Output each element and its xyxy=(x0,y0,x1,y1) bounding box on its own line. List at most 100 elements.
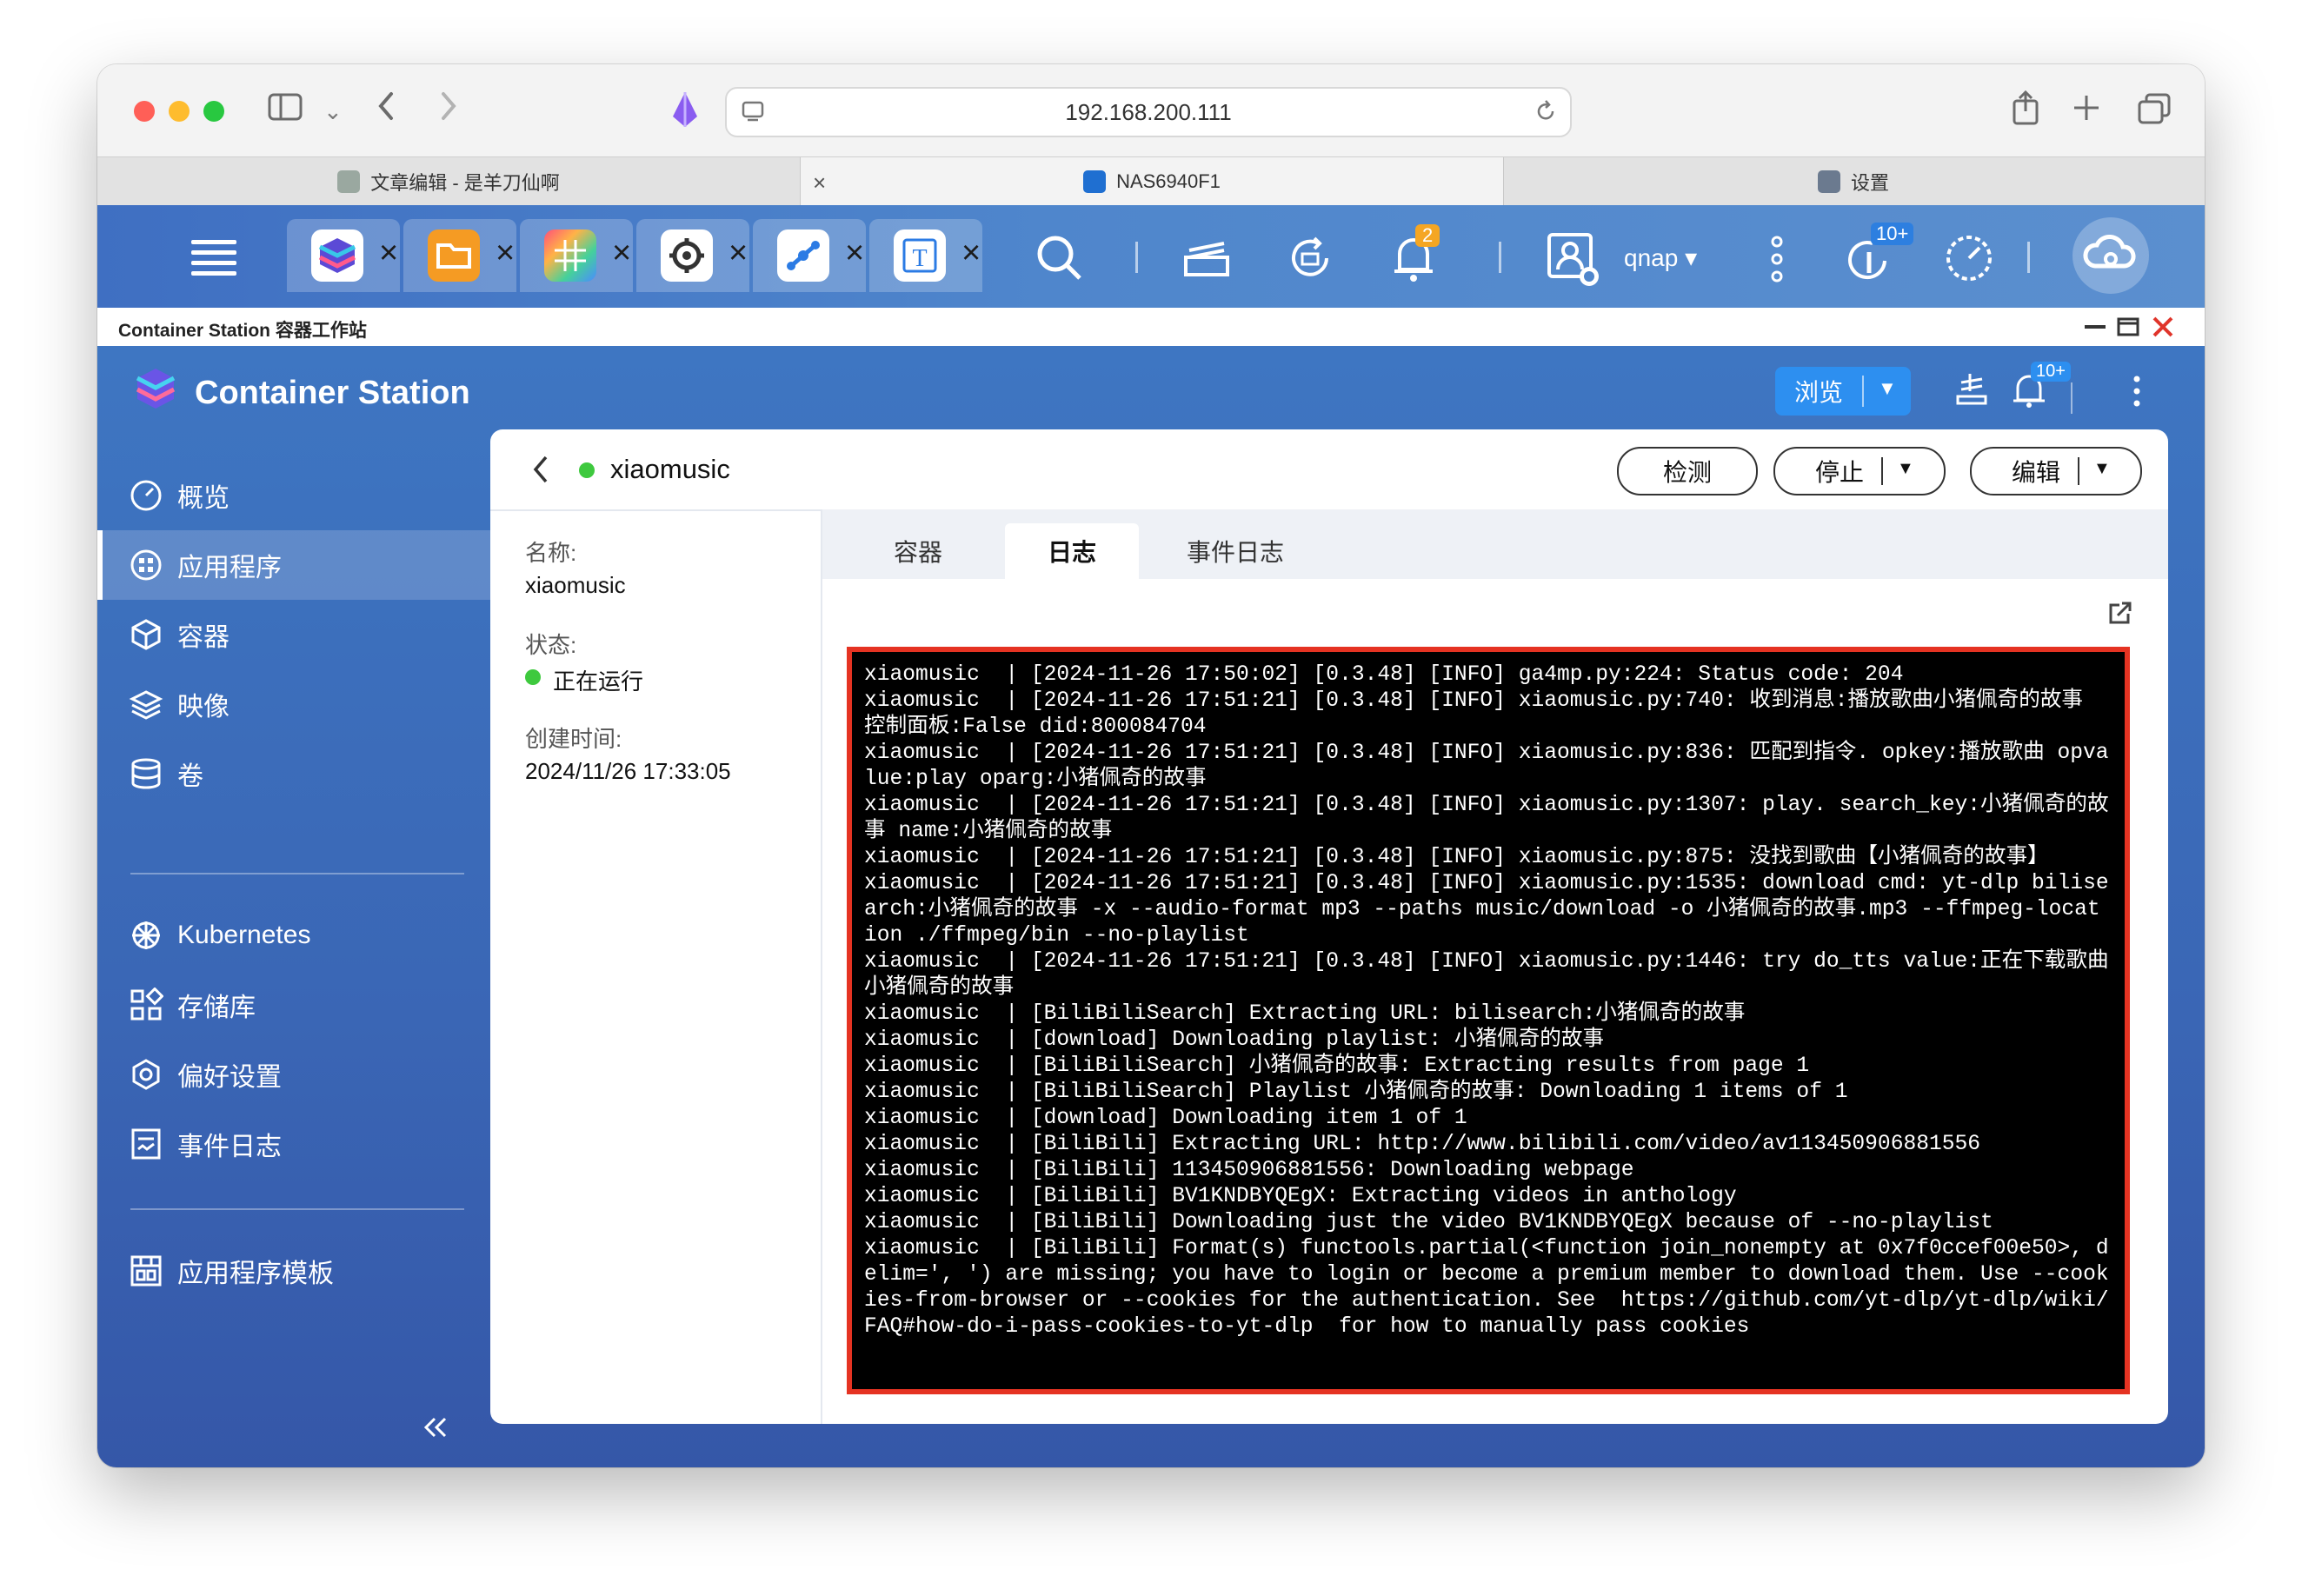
extension-icon[interactable] xyxy=(669,90,701,136)
browser-toolbar: ⌄ 192.168.200.111 xyxy=(97,64,2205,156)
collapse-sidebar-icon[interactable] xyxy=(421,1415,449,1444)
forward-icon[interactable] xyxy=(438,89,459,130)
more-vertical-icon[interactable] xyxy=(2132,372,2142,415)
sidebar-item-overview[interactable]: 概览 xyxy=(97,461,490,530)
close-app-icon[interactable]: × xyxy=(845,235,864,272)
edit-button[interactable]: 编辑 ▼ xyxy=(1970,447,2142,495)
tab-overview-icon[interactable] xyxy=(2137,92,2172,130)
minimize-window-button[interactable] xyxy=(169,101,190,122)
sidebar-item-app-templates[interactable]: 应用程序模板 xyxy=(97,1236,490,1306)
database-icon xyxy=(129,756,163,791)
created-label: 创建时间: xyxy=(525,726,622,752)
stop-label: 停止 xyxy=(1815,459,1865,486)
taskbar-app-control-panel[interactable]: × xyxy=(636,219,749,292)
browser-window: ⌄ 192.168.200.111 文章编辑 - 是羊刀仙啊 × NAS6940… xyxy=(97,64,2205,1467)
sidebar-item-label: 概览 xyxy=(177,484,230,513)
application-detail-panel: xiaomusic 检测 停止 ▼ 编辑 ▼ 名称: xiaomusic 状态:… xyxy=(490,429,2168,1424)
sidebar-item-containers[interactable]: 容器 xyxy=(97,600,490,669)
background-tasks-icon[interactable] xyxy=(1181,236,1233,284)
sidebar-item-volumes[interactable]: 卷 xyxy=(97,739,490,808)
myqnapcloud-icon[interactable] xyxy=(2072,217,2149,294)
sidebar-item-images[interactable]: 映像 xyxy=(97,669,490,739)
close-app-icon[interactable]: × xyxy=(729,235,748,272)
zoom-window-button[interactable] xyxy=(203,101,224,122)
sidebar-item-event-log[interactable]: 事件日志 xyxy=(97,1109,490,1179)
divider xyxy=(1862,376,1864,407)
tab-logs[interactable]: 日志 xyxy=(1005,523,1139,579)
minimize-app-icon[interactable] xyxy=(2083,316,2107,342)
main-menu-icon[interactable] xyxy=(190,236,238,286)
chevron-down-icon[interactable]: ⌄ xyxy=(323,94,343,129)
network-icon xyxy=(777,229,829,282)
taskbar-app-network[interactable]: × xyxy=(753,219,866,292)
tab-settings[interactable]: 设置 xyxy=(1502,157,2205,206)
system-update-icon[interactable]: 10+ xyxy=(1843,223,1914,289)
share-icon[interactable] xyxy=(2010,89,2041,131)
sidebar-item-applications[interactable]: 应用程序 xyxy=(97,530,496,600)
open-external-icon[interactable] xyxy=(2107,600,2133,630)
back-arrow-icon[interactable] xyxy=(530,454,551,489)
taskbar-app-text-editor[interactable]: T × xyxy=(869,219,982,292)
close-window-button[interactable] xyxy=(134,101,155,122)
notification-badge: 2 xyxy=(1415,224,1440,247)
back-icon[interactable] xyxy=(376,89,396,130)
chevron-down-icon[interactable]: ▼ xyxy=(2093,459,2111,479)
search-icon[interactable] xyxy=(1033,231,1085,288)
sidebar-item-label: Kubernetes xyxy=(177,921,311,949)
qts-taskbar: × × × × × T × 2 qnap ▾ 10+ xyxy=(97,205,2205,308)
notification-bell-icon[interactable]: 2 xyxy=(1389,224,1440,288)
user-menu[interactable]: qnap ▾ xyxy=(1624,243,1697,272)
tab-article-editor[interactable]: 文章编辑 - 是羊刀仙啊 xyxy=(97,157,800,206)
log-console[interactable]: xiaomusic | [2024-11-26 17:50:02] [0.3.4… xyxy=(847,647,2130,1394)
taskbar-app-container-station[interactable]: × xyxy=(287,219,400,292)
status-label: 状态: xyxy=(525,632,577,658)
taskbar-app-file-station[interactable]: × xyxy=(403,219,516,292)
taskbar-app-app-center[interactable]: × xyxy=(520,219,633,292)
cube-icon xyxy=(129,617,163,652)
app-brand: Container Station xyxy=(132,365,470,421)
stop-button[interactable]: 停止 ▼ xyxy=(1773,447,1946,495)
chevron-down-icon[interactable]: ▼ xyxy=(1897,459,1914,479)
divider xyxy=(1135,242,1138,273)
log-text: xiaomusic | [2024-11-26 17:50:02] [0.3.4… xyxy=(864,663,2109,1339)
browse-label: 浏览 xyxy=(1794,379,1844,406)
new-tab-icon[interactable] xyxy=(2071,92,2102,128)
user-avatar-icon[interactable] xyxy=(1546,231,1600,291)
maximize-app-icon[interactable] xyxy=(2116,316,2140,342)
sidebar-item-preferences[interactable]: 偏好设置 xyxy=(97,1040,490,1109)
tab-event-log[interactable]: 事件日志 xyxy=(1161,523,1309,579)
browse-dropdown-button[interactable]: 浏览 ▼ xyxy=(1775,367,1911,416)
close-app-icon[interactable]: × xyxy=(379,235,398,272)
reload-icon[interactable] xyxy=(1534,99,1558,128)
tab-containers[interactable]: 容器 xyxy=(857,523,979,579)
close-tab-icon[interactable]: × xyxy=(813,170,826,196)
close-app-icon[interactable]: × xyxy=(961,235,981,272)
close-app-icon[interactable]: × xyxy=(496,235,515,272)
more-vertical-icon[interactable] xyxy=(1768,233,1786,289)
address-bar[interactable]: 192.168.200.111 xyxy=(725,87,1572,137)
tab-nas[interactable]: × NAS6940F1 xyxy=(800,157,1504,206)
sidebar-item-registry[interactable]: 存储库 xyxy=(97,970,490,1040)
close-app-icon[interactable]: × xyxy=(612,235,631,272)
divider xyxy=(2071,382,2072,414)
app-title: Container Station xyxy=(195,374,470,411)
sidebar-item-kubernetes[interactable]: Kubernetes xyxy=(97,901,490,970)
layers-icon xyxy=(129,687,163,722)
detail-header: xiaomusic 检测 停止 ▼ 编辑 ▼ xyxy=(490,429,2168,511)
app-center-icon xyxy=(544,229,596,282)
sidebar-toggle-icon[interactable] xyxy=(268,92,303,129)
container-station-icon xyxy=(311,229,363,282)
application-info: 名称: xiaomusic 状态: 正在运行 创建时间: 2024/11/26 … xyxy=(490,509,822,1424)
task-list-icon[interactable] xyxy=(1953,370,1991,413)
app-notification-bell-icon[interactable]: 10+ xyxy=(2010,362,2071,413)
external-device-icon[interactable] xyxy=(1283,231,1337,289)
edit-label: 编辑 xyxy=(2012,459,2061,486)
tab-title: 文章编辑 - 是羊刀仙啊 xyxy=(370,172,560,194)
close-app-window-icon[interactable] xyxy=(2151,315,2175,343)
dashboard-gauge-icon[interactable] xyxy=(1942,231,1996,289)
detect-button[interactable]: 检测 xyxy=(1617,447,1758,495)
created-value: 2024/11/26 17:33:05 xyxy=(525,758,731,784)
favicon-icon xyxy=(337,170,361,193)
template-icon xyxy=(129,1254,163,1288)
app-window-titlebar: Container Station 容器工作站 xyxy=(97,308,2205,346)
